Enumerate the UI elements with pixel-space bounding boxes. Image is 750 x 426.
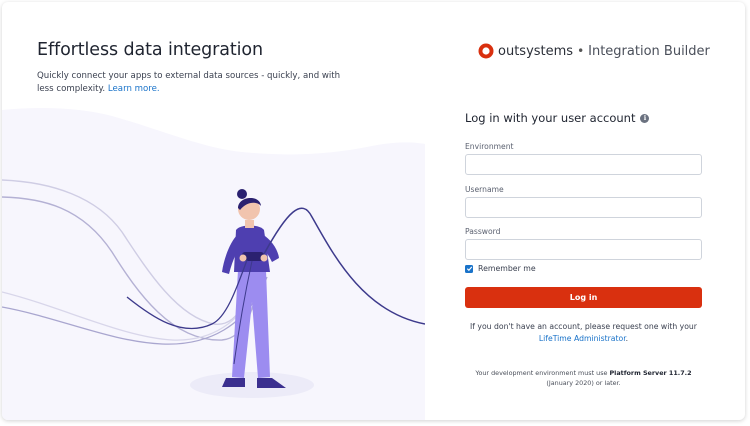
- login-title: Log in with your user account i: [465, 111, 650, 125]
- outsystems-logo-icon: [478, 43, 494, 59]
- account-note-end: .: [625, 333, 629, 343]
- lifetime-admin-link[interactable]: LifeTime Administrator: [539, 334, 626, 343]
- account-note-text: If you don't have an account, please req…: [470, 322, 697, 331]
- hero-panel: Effortless data integration Quickly conn…: [2, 2, 425, 420]
- hero-title: Effortless data integration: [37, 40, 263, 60]
- environment-note: Your development environment must use Pl…: [465, 369, 702, 388]
- remember-me-checkbox[interactable]: [465, 264, 473, 273]
- integration-illustration: [2, 108, 425, 420]
- hero-subtitle: Quickly connect your apps to external da…: [37, 70, 357, 96]
- remember-me-label: Remember me: [478, 264, 536, 273]
- brand-header: outsystems • Integration Builder: [478, 42, 710, 60]
- brand-separator: •: [577, 44, 585, 58]
- env-note-suffix: (January 2020) or later.: [546, 378, 621, 387]
- login-panel: outsystems • Integration Builder Log in …: [425, 2, 745, 420]
- platform-version: Platform Server 11.7.2: [609, 369, 692, 377]
- brand-product: Integration Builder: [588, 43, 710, 59]
- info-icon[interactable]: i: [640, 113, 650, 123]
- login-title-text: Log in with your user account: [465, 111, 636, 125]
- account-note: If you don't have an account, please req…: [465, 321, 702, 344]
- environment-input[interactable]: [465, 154, 702, 175]
- hero-subtitle-text: Quickly connect your apps to external da…: [37, 71, 341, 94]
- remember-me[interactable]: Remember me: [465, 264, 536, 273]
- env-note-prefix: Your development environment must use: [475, 369, 610, 377]
- login-button[interactable]: Log in: [465, 287, 702, 308]
- brand-name: outsystems: [498, 43, 574, 59]
- checkmark-icon: [466, 266, 472, 272]
- username-label: Username: [465, 185, 504, 194]
- username-input[interactable]: [465, 197, 702, 218]
- password-input[interactable]: [465, 239, 702, 260]
- learn-more-link[interactable]: Learn more.: [108, 84, 160, 94]
- login-card: Effortless data integration Quickly conn…: [2, 2, 745, 420]
- floor-shadow: [190, 372, 314, 398]
- background-wave: [2, 108, 425, 420]
- password-label: Password: [465, 227, 501, 236]
- environment-label: Environment: [465, 142, 514, 151]
